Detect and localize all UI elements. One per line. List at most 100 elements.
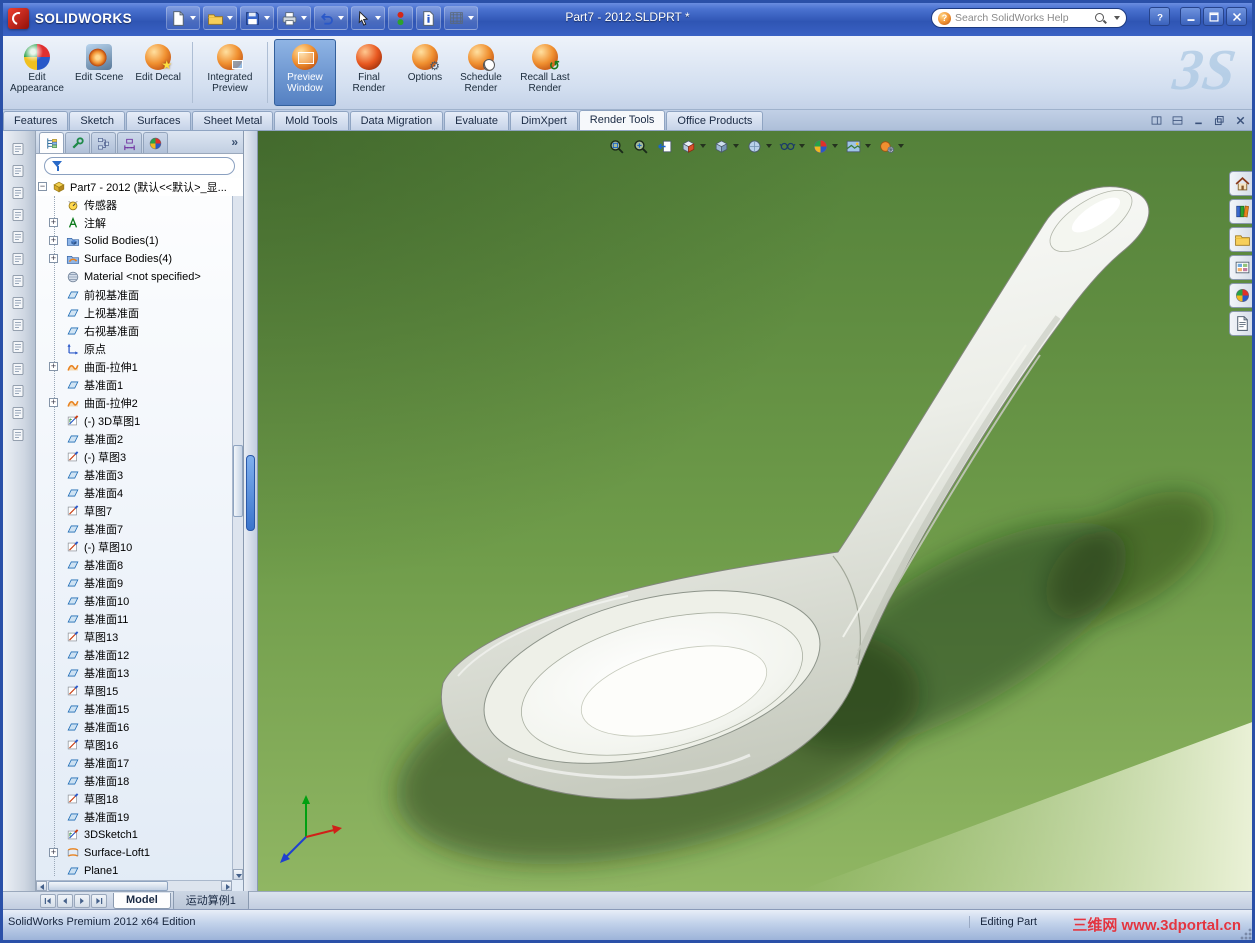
- tab-sheet-metal[interactable]: Sheet Metal: [192, 111, 274, 130]
- tree-item[interactable]: 基准面1: [36, 376, 243, 394]
- left-toolbar-button[interactable]: [5, 182, 31, 203]
- zoom-area-button[interactable]: [630, 136, 651, 156]
- left-toolbar-button[interactable]: [5, 292, 31, 313]
- search-icon[interactable]: [1094, 12, 1107, 25]
- filter-input[interactable]: [68, 160, 227, 172]
- tab-office-products[interactable]: Office Products: [666, 111, 764, 130]
- tab-data-migration[interactable]: Data Migration: [349, 111, 444, 130]
- custom-properties-button[interactable]: [1229, 311, 1255, 336]
- tree-item[interactable]: 曲面-拉伸1: [36, 358, 243, 376]
- tab-dimxpert[interactable]: DimXpert: [509, 111, 578, 130]
- print-button[interactable]: [277, 6, 311, 30]
- dropdown-caret-icon[interactable]: [338, 16, 344, 20]
- preview-window-button[interactable]: Preview Window: [273, 39, 336, 106]
- tree-item[interactable]: 曲面-拉伸2: [36, 394, 243, 412]
- search-input[interactable]: [955, 12, 1090, 24]
- select-button[interactable]: [351, 6, 385, 30]
- tree-horizontal-scrollbar[interactable]: [36, 880, 232, 891]
- dropdown-caret-icon[interactable]: [190, 16, 196, 20]
- section-view-button[interactable]: [678, 136, 708, 156]
- first-button[interactable]: [40, 893, 56, 908]
- dropdown-caret-icon[interactable]: [700, 144, 706, 148]
- featuremanager-tab[interactable]: [39, 132, 64, 153]
- tree-item[interactable]: (-) 草图3: [36, 448, 243, 466]
- tree-item[interactable]: 草图13: [36, 628, 243, 646]
- tree-item[interactable]: 基准面4: [36, 484, 243, 502]
- left-toolbar-button[interactable]: [5, 380, 31, 401]
- dropdown-caret-icon[interactable]: [799, 144, 805, 148]
- viewport-3d-scene[interactable]: [258, 131, 1255, 891]
- tree-item[interactable]: 草图18: [36, 790, 243, 808]
- tree-item[interactable]: 基准面12: [36, 646, 243, 664]
- apply-scene-button[interactable]: [843, 136, 873, 156]
- left-toolbar-button[interactable]: [5, 248, 31, 269]
- configurationmanager-tab[interactable]: [91, 132, 116, 153]
- rebuild-button[interactable]: [388, 6, 413, 30]
- zoom-fit-button[interactable]: [606, 136, 627, 156]
- new-button[interactable]: [166, 6, 200, 30]
- save-button[interactable]: [240, 6, 274, 30]
- tree-item[interactable]: Surface-Loft1: [36, 844, 243, 862]
- tree-item[interactable]: 基准面18: [36, 772, 243, 790]
- left-toolbar-button[interactable]: [5, 358, 31, 379]
- integrated-preview-button[interactable]: Integrated Preview: [199, 39, 261, 106]
- tree-item[interactable]: (-) 3D草图1: [36, 412, 243, 430]
- tree-item[interactable]: 基准面16: [36, 718, 243, 736]
- expand-toggle-icon[interactable]: [49, 848, 58, 857]
- tree-item[interactable]: 基准面9: [36, 574, 243, 592]
- tree-item[interactable]: 基准面15: [36, 700, 243, 718]
- left-toolbar-button[interactable]: [5, 314, 31, 335]
- tree-item[interactable]: 草图7: [36, 502, 243, 520]
- minimize-button[interactable]: [1190, 113, 1207, 128]
- left-toolbar-button[interactable]: [5, 138, 31, 159]
- left-toolbar-button[interactable]: [5, 424, 31, 445]
- file-properties-button[interactable]: [416, 6, 441, 30]
- left-toolbar-button[interactable]: [5, 270, 31, 291]
- tree-item[interactable]: 基准面8: [36, 556, 243, 574]
- solidworks-resources-button[interactable]: [1229, 171, 1255, 196]
- maximize-button[interactable]: [1203, 7, 1224, 26]
- dropdown-caret-icon[interactable]: [375, 16, 381, 20]
- tree-item[interactable]: 上视基准面: [36, 304, 243, 322]
- tab-mold-tools[interactable]: Mold Tools: [274, 111, 349, 130]
- tree-vertical-scrollbar[interactable]: [232, 178, 243, 880]
- tree-item[interactable]: 基准面11: [36, 610, 243, 628]
- edit-appearance-button[interactable]: [810, 136, 840, 156]
- dropdown-caret-icon[interactable]: [832, 144, 838, 148]
- panel-splitter[interactable]: [244, 131, 258, 891]
- left-toolbar-button[interactable]: [5, 226, 31, 247]
- dropdown-caret-icon[interactable]: [865, 144, 871, 148]
- expand-toggle-icon[interactable]: [49, 236, 58, 245]
- viewport[interactable]: [258, 131, 1255, 891]
- previous-view-button[interactable]: [654, 136, 675, 156]
- appearances-scenes-button[interactable]: [1229, 283, 1255, 308]
- dimxpertmanager-tab[interactable]: [117, 132, 142, 153]
- pane-button[interactable]: [1148, 113, 1165, 128]
- tree-item[interactable]: 基准面19: [36, 808, 243, 826]
- tree-root[interactable]: Part7 - 2012 (默认<<默认>_显...: [36, 178, 243, 196]
- scroll-left-icon[interactable]: [36, 881, 47, 891]
- undo-button[interactable]: [314, 6, 348, 30]
- view-settings-button[interactable]: [876, 136, 906, 156]
- overflow-chevron-icon[interactable]: [231, 135, 238, 149]
- scroll-right-icon[interactable]: [221, 881, 232, 891]
- tab-render-tools[interactable]: Render Tools: [578, 110, 666, 130]
- dropdown-caret-icon[interactable]: [898, 144, 904, 148]
- edit-scene-button[interactable]: Edit Scene: [70, 39, 128, 106]
- collapse-toggle-icon[interactable]: [38, 182, 47, 191]
- help-button[interactable]: [1149, 7, 1170, 26]
- next-button[interactable]: [74, 893, 90, 908]
- dropdown-caret-icon[interactable]: [301, 16, 307, 20]
- dropdown-caret-icon[interactable]: [264, 16, 270, 20]
- previous-button[interactable]: [57, 893, 73, 908]
- dropdown-caret-icon[interactable]: [468, 16, 474, 20]
- tree-item[interactable]: 基准面13: [36, 664, 243, 682]
- recall-last-render-button[interactable]: Recall Last Render: [514, 39, 576, 106]
- view-palette-button[interactable]: [1229, 255, 1255, 280]
- left-toolbar-button[interactable]: [5, 402, 31, 423]
- tree-item[interactable]: 原点: [36, 340, 243, 358]
- tab-evaluate[interactable]: Evaluate: [444, 111, 509, 130]
- tree-item[interactable]: Surface Bodies(4): [36, 250, 243, 268]
- tree-item[interactable]: 基准面17: [36, 754, 243, 772]
- design-library-button[interactable]: [1229, 199, 1255, 224]
